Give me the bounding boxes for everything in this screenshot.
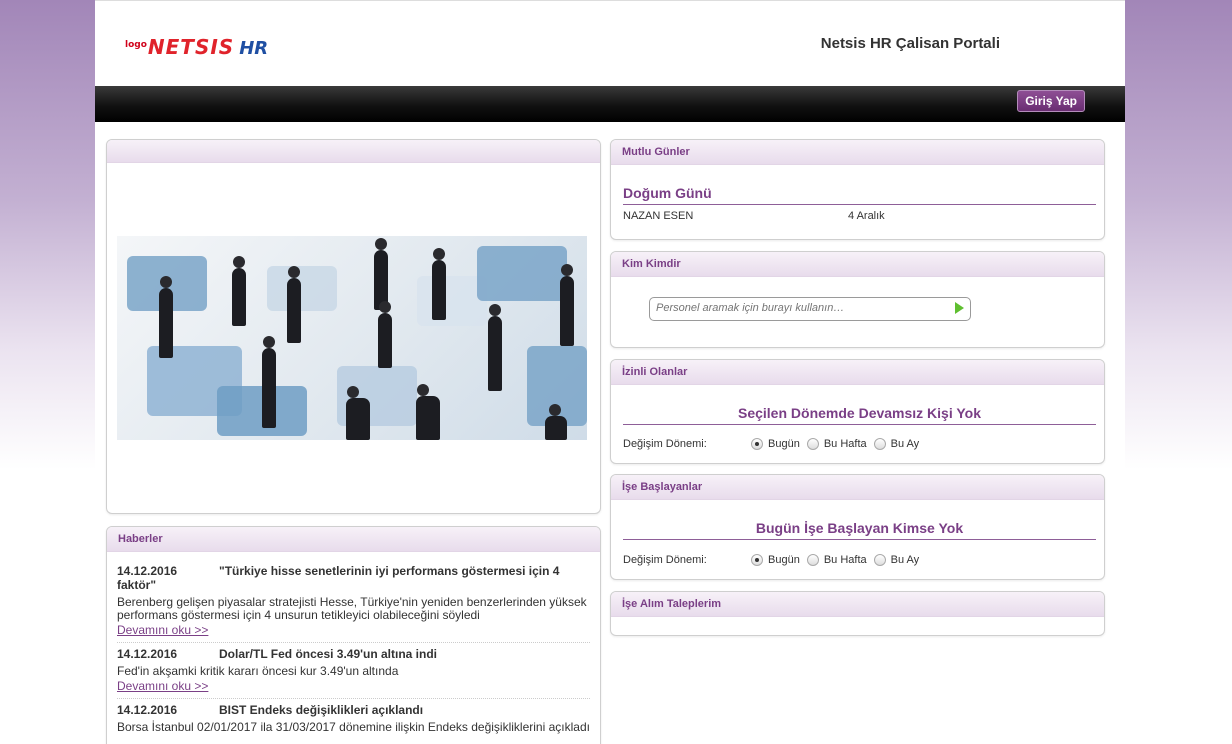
birthday-name: NAZAN ESEN bbox=[623, 210, 694, 222]
news-item: 14.12.2016 BIST Endeks değişiklikleri açı… bbox=[117, 699, 590, 739]
news-body: Borsa İstanbul 02/01/2017 ila 31/03/2017… bbox=[117, 720, 590, 734]
logo-hr-text: HR bbox=[239, 38, 269, 59]
happy-days-header: Mutlu Günler bbox=[611, 140, 1104, 165]
radio-this-month[interactable] bbox=[873, 438, 886, 450]
who-is-who-header: Kim Kimdir bbox=[611, 252, 1104, 277]
news-title: Haberler bbox=[118, 533, 163, 545]
on-leave-title: İzinli Olanlar bbox=[622, 366, 688, 378]
period-label: Değişim Dönemi: bbox=[623, 554, 707, 566]
happy-days-panel: Mutlu Günler Doğum Günü NAZAN ESEN 4 Ara… bbox=[610, 139, 1105, 240]
top-navbar: Giriş Yap bbox=[95, 86, 1125, 122]
read-more-link[interactable]: Devamını oku >> bbox=[117, 623, 590, 637]
radio-today-label: Bugün bbox=[768, 438, 800, 450]
news-date: 14.12.2016 bbox=[117, 564, 178, 578]
news-date: 14.12.2016 bbox=[117, 703, 178, 717]
portal-title: Netsis HR Çalisan Portali bbox=[820, 35, 1000, 52]
radio-this-week[interactable] bbox=[806, 438, 819, 450]
on-leave-message: Seçilen Dönemde Devamsız Kişi Yok bbox=[623, 405, 1096, 425]
netsis-hr-logo[interactable]: logo NETSIS HR bbox=[125, 35, 268, 59]
login-button[interactable]: Giriş Yap bbox=[1017, 90, 1085, 112]
banner-panel bbox=[106, 139, 601, 514]
radio-this-month-label: Bu Ay bbox=[890, 554, 920, 566]
portal-page: logo NETSIS HR Netsis HR Çalisan Portali… bbox=[95, 0, 1125, 744]
radio-this-week-label: Bu Hafta bbox=[823, 554, 867, 566]
who-is-who-title: Kim Kimdir bbox=[622, 258, 681, 270]
new-starters-period-row: Değişim Dönemi: Bugün Bu Hafta Bu Ay bbox=[623, 554, 926, 566]
header: logo NETSIS HR Netsis HR Çalisan Portali bbox=[95, 0, 1125, 86]
new-starters-title: İşe Başlayanlar bbox=[622, 481, 703, 493]
radio-today-label: Bugün bbox=[768, 554, 800, 566]
logo-netsis-text: NETSIS bbox=[147, 35, 235, 59]
news-body: Berenberg gelişen piyasalar stratejisti … bbox=[117, 595, 587, 622]
on-leave-period-row: Değişim Dönemi: Bugün Bu Hafta Bu Ay bbox=[623, 438, 926, 450]
who-is-who-panel: Kim Kimdir bbox=[610, 251, 1105, 348]
news-list: 14.12.2016 "Türkiye hisse senetlerinin iy… bbox=[107, 552, 600, 739]
read-more-link[interactable]: Devamını oku >> bbox=[117, 679, 590, 693]
news-panel-header: Haberler bbox=[107, 527, 600, 552]
recruitment-requests-title: İşe Alım Taleplerim bbox=[622, 598, 722, 610]
radio-today[interactable] bbox=[751, 438, 763, 450]
on-leave-header: İzinli Olanlar bbox=[611, 360, 1104, 385]
news-date: 14.12.2016 bbox=[117, 647, 178, 661]
news-item: 14.12.2016 "Türkiye hisse senetlerinin iy… bbox=[117, 560, 590, 643]
news-body: Fed'in akşamki kritik kararı öncesi kur … bbox=[117, 664, 399, 678]
news-item: 14.12.2016 Dolar/TL Fed öncesi 3.49'un al… bbox=[117, 643, 590, 699]
banner-image bbox=[117, 236, 587, 440]
period-label: Değişim Dönemi: bbox=[623, 438, 707, 450]
birthday-row: NAZAN ESEN 4 Aralık bbox=[623, 210, 1096, 222]
news-panel: Haberler 14.12.2016 "Türkiye hisse senetl… bbox=[106, 526, 601, 744]
personnel-search-input[interactable] bbox=[650, 298, 952, 318]
radio-this-week[interactable] bbox=[806, 554, 819, 566]
on-leave-panel: İzinli Olanlar Seçilen Dönemde Devamsız … bbox=[610, 359, 1105, 464]
logo-small-text: logo bbox=[125, 40, 147, 50]
radio-this-month-label: Bu Ay bbox=[890, 438, 920, 450]
personnel-search-box bbox=[649, 297, 971, 321]
new-starters-panel: İşe Başlayanlar Bugün İşe Başlayan Kimse… bbox=[610, 474, 1105, 580]
banner-panel-header bbox=[107, 140, 600, 163]
happy-days-title: Mutlu Günler bbox=[622, 146, 690, 158]
radio-this-week-label: Bu Hafta bbox=[823, 438, 867, 450]
news-headline[interactable]: Dolar/TL Fed öncesi 3.49'un altına indi bbox=[219, 647, 437, 661]
new-starters-header: İşe Başlayanlar bbox=[611, 475, 1104, 500]
birthday-section-title: Doğum Günü bbox=[623, 185, 1096, 205]
search-go-icon[interactable] bbox=[955, 302, 964, 314]
new-starters-message: Bugün İşe Başlayan Kimse Yok bbox=[623, 520, 1096, 540]
radio-this-month[interactable] bbox=[873, 554, 886, 566]
recruitment-requests-panel: İşe Alım Taleplerim bbox=[610, 591, 1105, 636]
recruitment-requests-header[interactable]: İşe Alım Taleplerim bbox=[611, 592, 1104, 617]
radio-today[interactable] bbox=[751, 554, 763, 566]
birthday-date: 4 Aralık bbox=[848, 210, 885, 222]
news-headline[interactable]: BIST Endeks değişiklikleri açıklandı bbox=[219, 703, 423, 717]
